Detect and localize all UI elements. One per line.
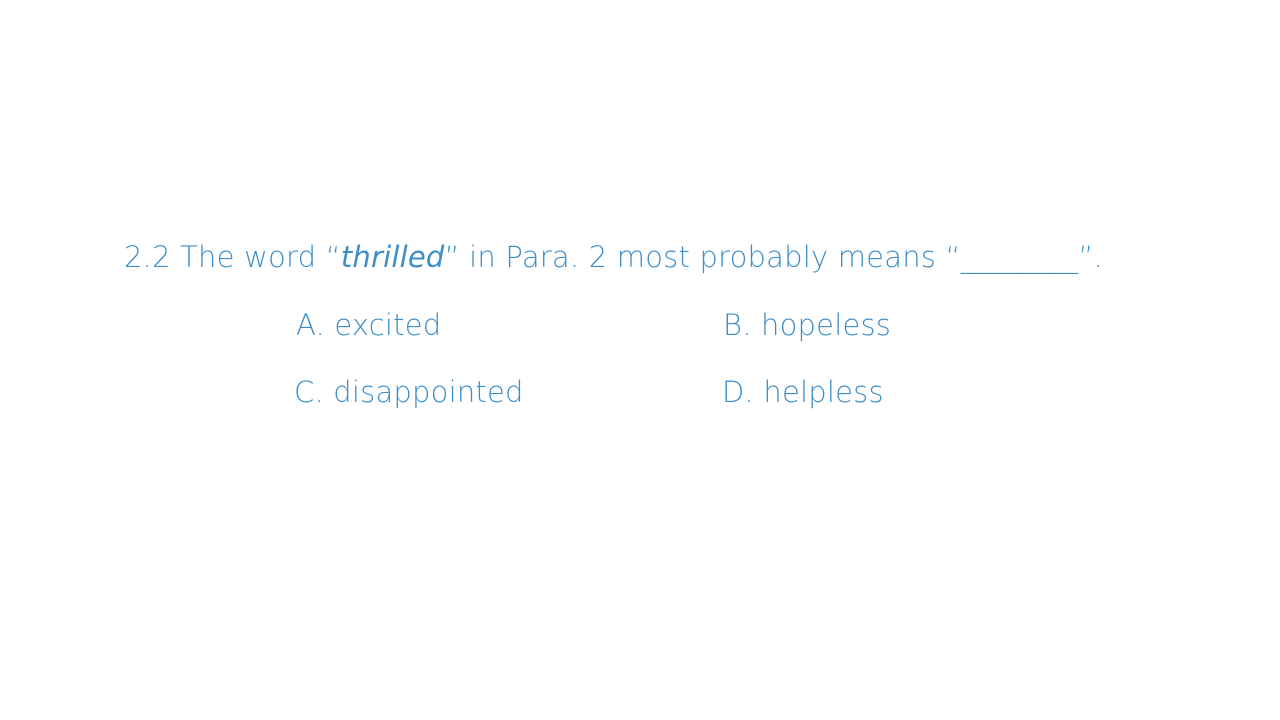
option-c: C. disappointed (294, 375, 524, 409)
slide: 2.2 The word “thrilled” in Para. 2 most … (0, 0, 1280, 720)
option-b: B. hopeless (723, 308, 892, 342)
question-text: 2.2 The word “thrilled” in Para. 2 most … (124, 240, 1103, 274)
question-suffix: ” in Para. 2 most probably means “______… (444, 240, 1103, 274)
question-prefix: 2.2 The word “ (124, 240, 341, 274)
option-a: A. excited (296, 308, 442, 342)
option-d: D. helpless (722, 375, 884, 409)
question-keyword: thrilled (340, 240, 445, 274)
